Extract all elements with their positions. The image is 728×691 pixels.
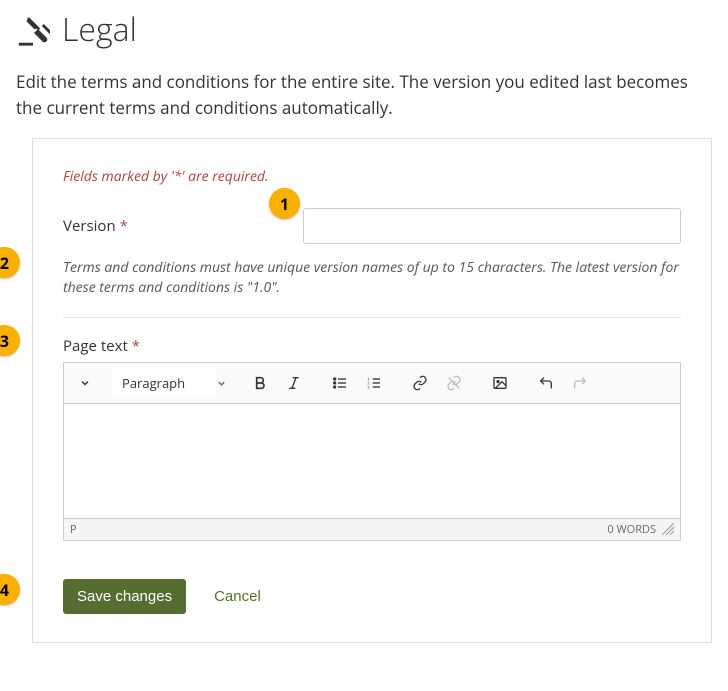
chevron-down-icon <box>216 372 227 394</box>
version-input[interactable] <box>303 208 681 244</box>
callout-2: 2 <box>0 247 20 278</box>
form-panel: Fields marked by '*' are required. Versi… <box>32 138 712 643</box>
redo-button[interactable] <box>565 369 595 397</box>
editor-path: P <box>70 522 77 537</box>
required-note: Fields marked by '*' are required. <box>63 167 681 186</box>
svg-text:3: 3 <box>367 384 370 389</box>
bullet-list-button[interactable] <box>325 369 355 397</box>
page-text-label: Page text <box>63 336 128 356</box>
gavel-icon <box>16 13 50 47</box>
resize-handle-icon[interactable] <box>662 523 674 535</box>
bold-button[interactable] <box>245 369 275 397</box>
numbered-list-button[interactable]: 123 <box>359 369 389 397</box>
cancel-button[interactable]: Cancel <box>208 587 267 606</box>
toolbar-expand-button[interactable] <box>72 370 98 396</box>
link-button[interactable] <box>405 369 435 397</box>
rich-text-editor: Paragraph 123 <box>63 362 681 541</box>
version-label: Version * <box>63 216 303 236</box>
callout-1: 1 <box>269 188 300 219</box>
format-select[interactable]: Paragraph <box>112 369 227 397</box>
page-title-text: Legal <box>62 8 137 51</box>
italic-button[interactable] <box>279 369 309 397</box>
divider <box>63 317 681 318</box>
version-help: Terms and conditions must have unique ve… <box>63 258 681 299</box>
save-button[interactable]: Save changes <box>63 579 186 614</box>
image-button[interactable] <box>485 369 515 397</box>
callout-3: 3 <box>0 325 20 356</box>
editor-toolbar: Paragraph 123 <box>64 363 680 404</box>
word-count: 0 WORDS <box>607 522 656 537</box>
page-title: Legal <box>16 8 712 51</box>
editor-body[interactable] <box>64 404 680 518</box>
page-intro: Edit the terms and conditions for the en… <box>16 69 712 120</box>
undo-button[interactable] <box>531 369 561 397</box>
callout-4: 4 <box>0 574 20 605</box>
unlink-button[interactable] <box>439 369 469 397</box>
